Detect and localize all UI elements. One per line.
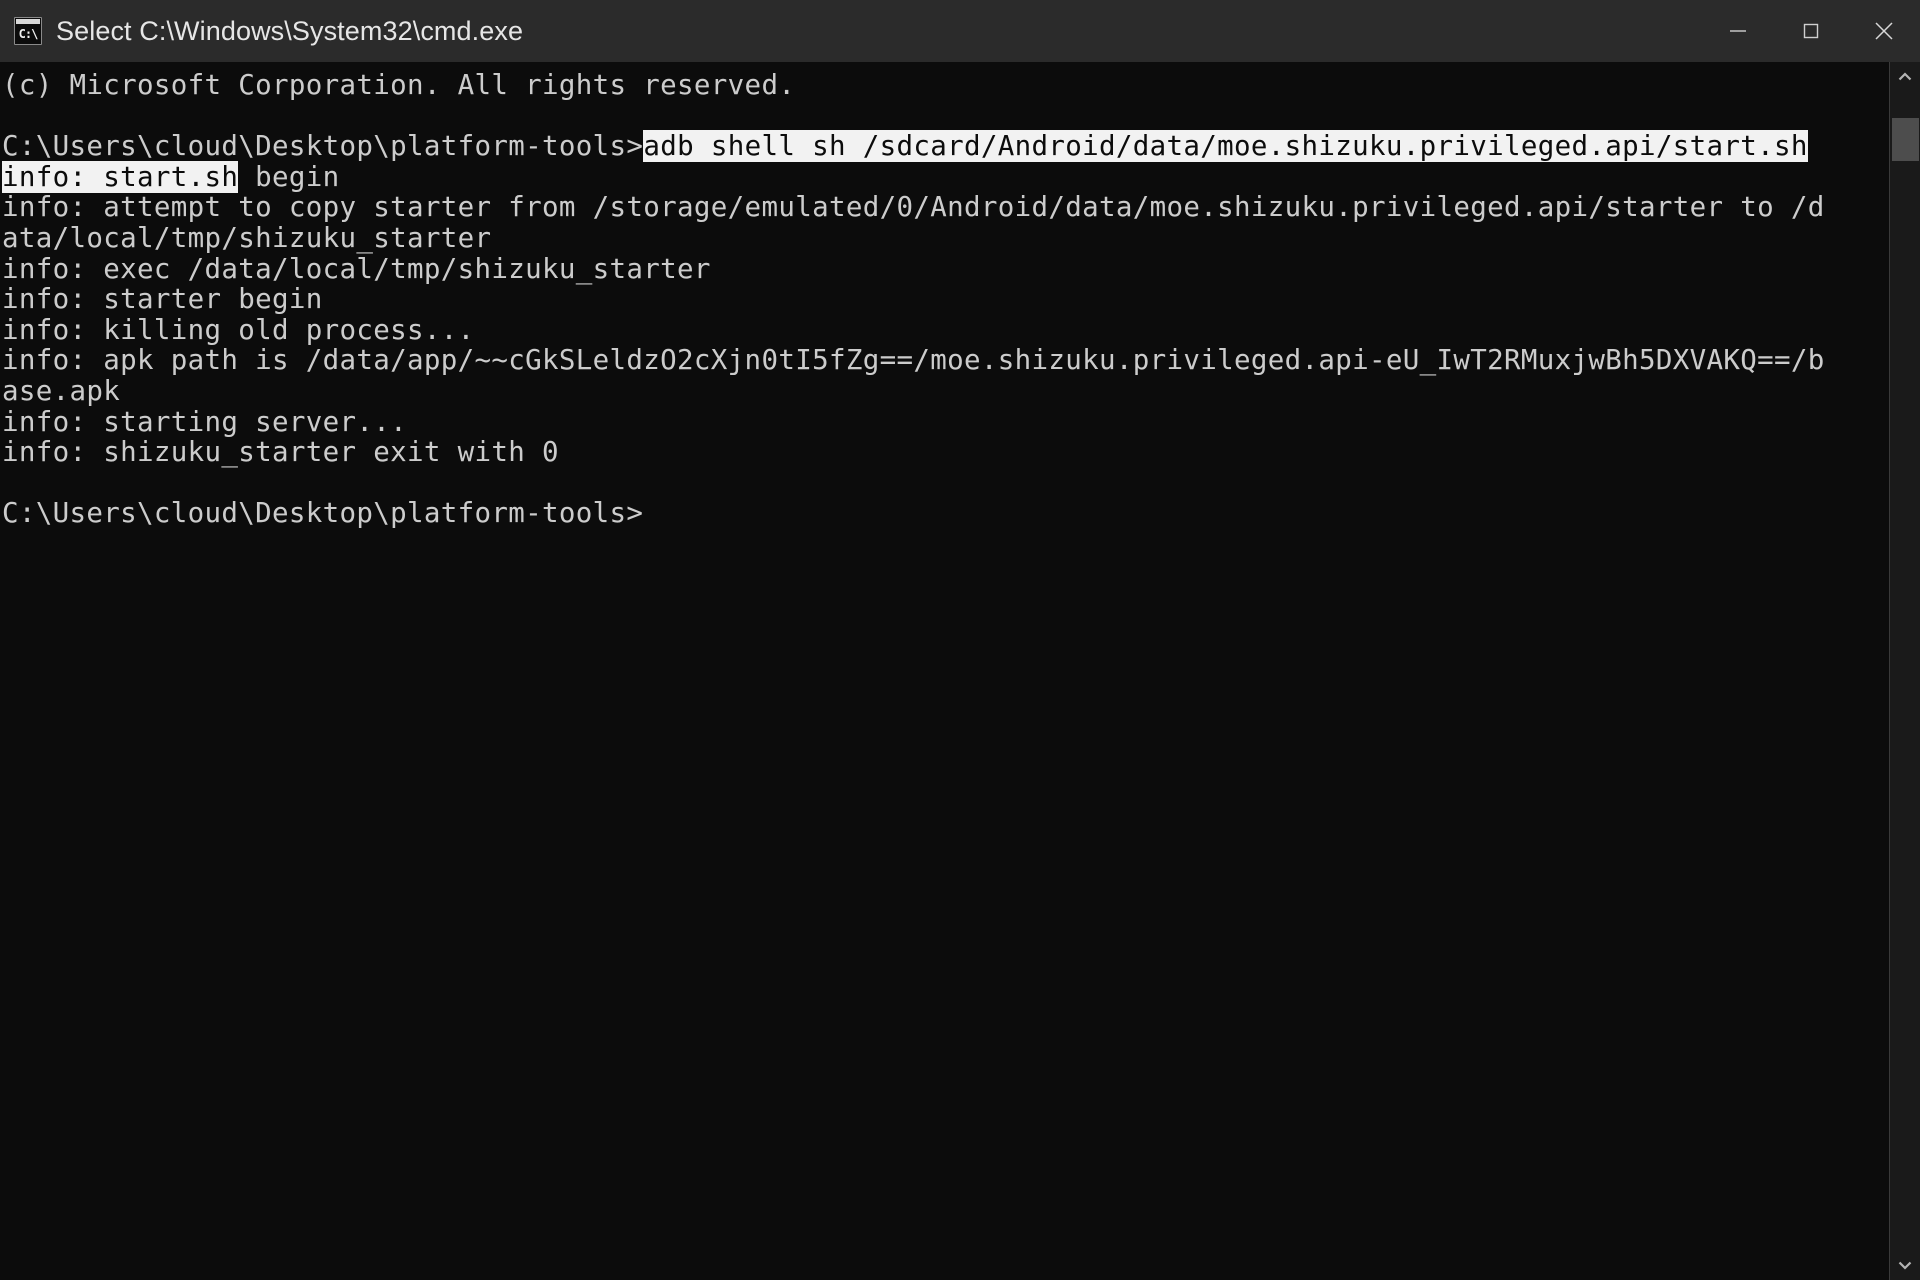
console-line: C:\Users\cloud\Desktop\platform-tools>	[2, 498, 1889, 529]
console-text-run: C:\Users\cloud\Desktop\platform-tools>	[2, 497, 644, 530]
titlebar-left: C:\ Select C:\Windows\System32\cmd.exe	[0, 16, 1701, 47]
console-line: info: starter begin	[2, 284, 1889, 315]
console-line: info: killing old process...	[2, 313, 1889, 346]
selected-text: info: start.sh	[2, 160, 239, 193]
maximize-button[interactable]	[1774, 0, 1847, 62]
console-line: (c) Microsoft Corporation. All rights re…	[2, 70, 1889, 101]
scrollbar-up-button[interactable]	[1890, 62, 1920, 92]
console-output-area[interactable]: (c) Microsoft Corporation. All rights re…	[0, 62, 1889, 1280]
chevron-down-icon	[1898, 1261, 1912, 1270]
maximize-icon	[1803, 23, 1818, 39]
vertical-scrollbar[interactable]	[1889, 62, 1920, 1280]
scrollbar-down-button[interactable]	[1890, 1250, 1920, 1280]
minimize-button[interactable]	[1701, 0, 1774, 62]
window-controls	[1701, 0, 1920, 62]
console-text-run: ase.apk	[2, 374, 121, 407]
cmd-window: C:\ Select C:\Windows\System32\cmd.exe (…	[0, 0, 1920, 1280]
console-line: ase.apk	[2, 376, 1889, 407]
minimize-icon	[1729, 30, 1746, 32]
close-icon	[1874, 22, 1893, 40]
console-text: (c) Microsoft Corporation. All rights re…	[0, 62, 1889, 529]
console-text-run: begin	[238, 160, 340, 193]
console-text-run: C:\Users\cloud\Desktop\platform-tools>	[2, 130, 644, 163]
console-text-run: info: killing old process...	[2, 313, 475, 346]
console-text-run: ata/local/tmp/shizuku_starter	[2, 221, 492, 254]
console-line: info: starting server...	[2, 405, 1889, 438]
console-text-run: info: starter begin	[2, 283, 323, 316]
console-line: info: exec /data/local/tmp/shizuku_start…	[2, 252, 1889, 285]
cmd-icon[interactable]: C:\	[14, 17, 42, 45]
console-line: info: attempt to copy starter from /stor…	[2, 192, 1889, 223]
console-line: info: apk path is /data/app/~~cGkSLeldzO…	[2, 345, 1889, 376]
console-text-run: (c) Microsoft Corporation. All rights re…	[2, 69, 796, 101]
titlebar[interactable]: C:\ Select C:\Windows\System32\cmd.exe	[0, 0, 1920, 62]
console-line: info: shizuku_starter exit with 0	[2, 437, 1889, 468]
console-line: ata/local/tmp/shizuku_starter	[2, 223, 1889, 254]
scrollbar-thumb[interactable]	[1892, 118, 1919, 161]
console-text-run: info: shizuku_starter exit with 0	[2, 436, 559, 469]
cmd-icon-glyph: C:\	[18, 27, 39, 41]
console-line: C:\Users\cloud\Desktop\platform-tools>ad…	[2, 130, 1889, 163]
console-line: info: start.sh begin	[2, 160, 1889, 193]
console-text-run: info: attempt to copy starter from /stor…	[2, 191, 1825, 224]
selected-text: adb shell sh /sdcard/Android/data/moe.sh…	[643, 130, 1808, 163]
console-text-run: info: starting server...	[2, 405, 408, 438]
window-title: Select C:\Windows\System32\cmd.exe	[56, 15, 524, 46]
chevron-up-icon	[1898, 72, 1912, 81]
close-button[interactable]	[1847, 0, 1920, 62]
console-text-run: info: exec /data/local/tmp/shizuku_start…	[2, 252, 711, 285]
cmd-icon-titlestrip	[16, 19, 40, 24]
console-text-run: info: apk path is /data/app/~~cGkSLeldzO…	[2, 344, 1825, 377]
